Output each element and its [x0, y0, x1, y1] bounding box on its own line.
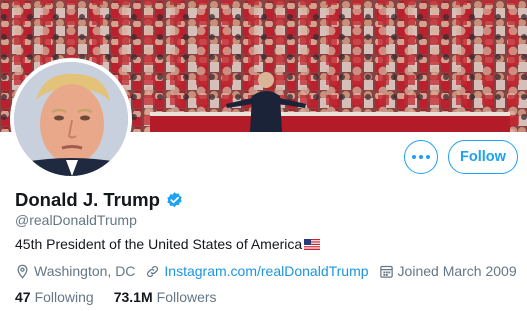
verified-badge-icon — [167, 191, 182, 207]
website-link[interactable]: Instagram.com/realDonaldTrump — [164, 263, 368, 279]
profile-website[interactable]: Instagram.com/realDonaldTrump — [145, 263, 369, 279]
profile-meta-row: Washington, DC Instagram.com/realDonaldT… — [15, 262, 527, 280]
us-flag-icon — [304, 238, 321, 250]
location-pin-icon — [17, 264, 28, 279]
profile-bio: 45th President of the United States of A… — [15, 236, 321, 252]
display-name: Donald J. Trump — [15, 189, 160, 210]
avatar-photo — [14, 62, 128, 176]
avatar-portrait — [14, 62, 128, 176]
profile-handle: @realDonaldTrump — [15, 212, 137, 228]
location-text: Washington, DC — [34, 263, 136, 279]
profile-location: Washington, DC — [15, 263, 135, 279]
follow-button[interactable]: Follow — [448, 140, 518, 174]
followers-count-link[interactable]: 73.1M Followers — [114, 289, 217, 305]
more-options-icon — [412, 155, 416, 159]
more-options-icon — [426, 155, 430, 159]
profile-name-row: Donald J. Trump — [15, 189, 184, 211]
following-count-link[interactable]: 47 Following — [15, 289, 94, 305]
more-options-button[interactable] — [404, 140, 438, 174]
followers-label: Followers — [156, 289, 217, 305]
following-label: Following — [34, 289, 94, 305]
following-count: 47 — [15, 289, 31, 305]
more-options-icon — [419, 155, 423, 159]
joined-text: Joined March 2009 — [397, 263, 517, 279]
profile-joined-date: Joined March 2009 — [379, 263, 517, 279]
profile-stats: 47 Following 73.1M Followers — [15, 289, 237, 305]
calendar-icon — [379, 265, 393, 278]
followers-count: 73.1M — [113, 289, 153, 305]
bio-text: 45th President of the United States of A… — [15, 236, 303, 252]
profile-avatar[interactable] — [10, 58, 132, 180]
link-icon — [147, 265, 159, 277]
